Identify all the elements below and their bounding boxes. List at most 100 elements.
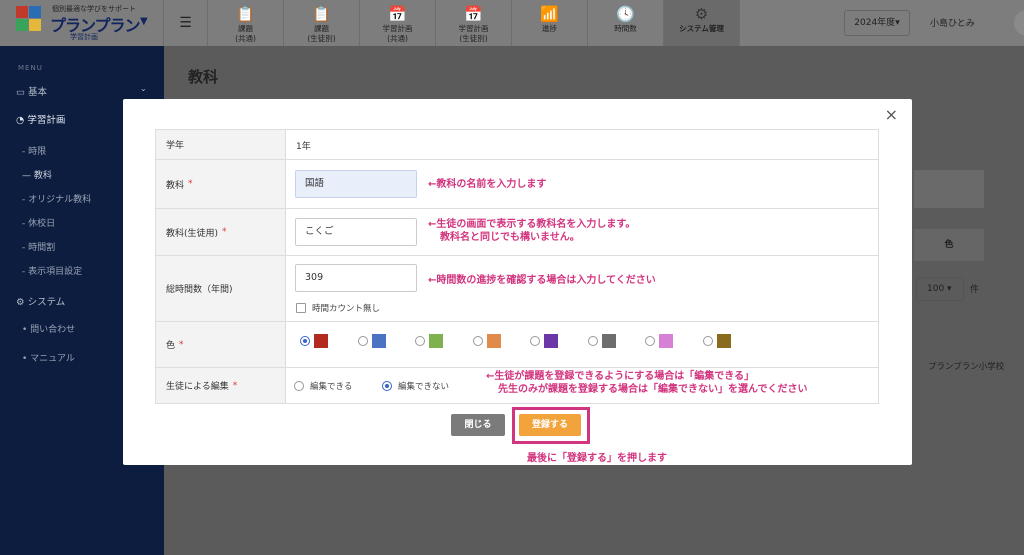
row-total-hours: 総時間数（年間) 309 ←時間数の進捗を確認する場合は入力してください 時間カ… (155, 256, 879, 322)
color-option[interactable] (300, 334, 328, 348)
color-swatch (659, 334, 673, 348)
per-page-unit: 件 (970, 285, 980, 295)
subject-label: 教科 * (156, 160, 286, 208)
sidebar-item-timetable[interactable]: - 時間割 (22, 240, 55, 253)
tab-plan-student[interactable]: 📅 学習計画 (生徒別) (435, 0, 511, 46)
chevron-down-icon: ⌄ (140, 84, 147, 93)
edit-not-allowed-option[interactable]: 編集できない (382, 380, 449, 392)
color-option[interactable] (472, 334, 501, 348)
calendar-icon: 📅 (388, 5, 407, 23)
edit-allowed-option[interactable]: 編集できる (294, 380, 352, 392)
calendar-user-icon: 📅 (464, 5, 483, 23)
subject-input[interactable]: 国語 (295, 170, 417, 198)
tab-hours[interactable]: 🕓 時間数 (587, 0, 663, 46)
color-swatch (601, 334, 616, 348)
background-color-header: 色 (914, 229, 984, 261)
student-edit-note: ←生徒が課題を登録できるようにする場合は「編集できる」 先生のみが課題を登録する… (486, 371, 808, 395)
subject-note: ←教科の名前を入力します (428, 179, 547, 190)
checkbox-icon (296, 303, 306, 313)
radio-icon (357, 336, 368, 346)
sidebar-item-holidays[interactable]: - 休校日 (22, 216, 55, 229)
student-subject-note: ←生徒の画面で表示する教科名を入力します。 教科名と同じでも構いません。 (428, 219, 636, 243)
color-swatch (716, 334, 731, 348)
color-label: 色 * (156, 322, 286, 367)
page-title: 教科 (188, 68, 219, 86)
row-student-subject: 教科(生徒用) * こくご ←生徒の画面で表示する教科名を入力します。 教科名と同… (155, 209, 879, 256)
sidebar-item-subjects[interactable]: — 教科 (22, 168, 52, 181)
logo-mark-icon (16, 6, 42, 32)
no-hour-count-checkbox[interactable]: 時間カウント無し (296, 302, 380, 314)
color-swatch (371, 334, 386, 348)
student-edit-label: 生徒による編集 * (156, 368, 286, 403)
top-right-area: 2024年度▾ 小島ひとみ ··· (739, 0, 1024, 46)
grade-label: 学年 (156, 130, 286, 159)
row-student-edit: 生徒による編集 * 編集できる 編集できない ←生徒が課題を登録できるようにする場… (155, 368, 879, 404)
radio-icon (587, 336, 598, 346)
row-grade: 学年 1年 (155, 130, 879, 160)
student-subject-label: 教科(生徒用) * (156, 209, 286, 255)
app-logo[interactable]: 個別最適な学びをサポート プランプラン 学習計画 ▼ (0, 0, 163, 46)
gear-icon: ⚙ (16, 297, 25, 308)
subject-modal: × 学年 1年 教科 * 国語 ←教科の名前を入力します 教科(生徒用) * こくご… (123, 99, 912, 465)
hamburger-menu-icon[interactable]: ☰ (163, 0, 207, 46)
total-hours-label: 総時間数（年間) (156, 256, 286, 321)
subject-form: 学年 1年 教科 * 国語 ←教科の名前を入力します 教科(生徒用) * こくご ←… (155, 129, 879, 404)
per-page-select[interactable]: 100 ▾ (916, 277, 964, 301)
tab-progress[interactable]: 📶 進捗 (511, 0, 587, 46)
sidebar-item-basic[interactable]: ▭ 基本 ⌄ (16, 84, 180, 98)
radio-icon (294, 381, 304, 391)
close-button[interactable]: 閉じる (451, 414, 505, 436)
sidebar-item-manual[interactable]: • マニュアル (22, 351, 75, 364)
year-select[interactable]: 2024年度▾ (844, 10, 910, 36)
color-swatch (486, 334, 501, 348)
radio-icon (702, 336, 713, 346)
chart-icon: 📶 (540, 5, 559, 23)
color-option[interactable] (357, 334, 386, 348)
clipboard-icon: 📋 (236, 5, 255, 23)
radio-selected-icon (300, 336, 310, 346)
tab-tasks-common[interactable]: 📋 課題 (共通) (207, 0, 283, 46)
grade-value: 1年 (296, 142, 311, 152)
sidebar-item-display-settings[interactable]: - 表示項目設定 (22, 264, 82, 277)
total-hours-note: ←時間数の進捗を確認する場合は入力してください (428, 275, 656, 286)
color-option[interactable] (587, 334, 616, 348)
document-icon: ▭ (16, 87, 25, 98)
close-icon[interactable]: × (885, 105, 898, 124)
sidebar-item-periods[interactable]: - 時限 (22, 144, 46, 157)
color-option[interactable] (702, 334, 731, 348)
register-button[interactable]: 登録する (519, 414, 581, 436)
radio-selected-icon (382, 381, 392, 391)
user-name[interactable]: 小島ひとみ (930, 16, 975, 29)
color-option[interactable] (415, 334, 443, 348)
student-subject-input[interactable]: こくご (295, 218, 417, 246)
color-option[interactable] (530, 334, 558, 348)
clipboard-user-icon: 📋 (312, 5, 331, 23)
color-swatch (544, 334, 558, 348)
radio-icon (415, 336, 425, 346)
tab-system-admin[interactable]: ⚙ システム管理 (663, 0, 739, 46)
tab-plan-common[interactable]: 📅 学習計画 (共通) (359, 0, 435, 46)
school-name: プランプラン小学校 (928, 362, 1005, 372)
more-icon[interactable]: ··· (1014, 10, 1024, 36)
sidebar-item-contact[interactable]: • 問い合わせ (22, 322, 75, 335)
tab-tasks-student[interactable]: 📋 課題 (生徒別) (283, 0, 359, 46)
row-color: 色 * (155, 322, 879, 368)
background-panel (914, 170, 984, 208)
color-swatch (314, 334, 328, 348)
color-swatch (429, 334, 443, 348)
gear-icon: ⚙ (694, 5, 709, 23)
chevron-down-icon[interactable]: ▼ (140, 16, 148, 27)
register-note: 最後に「登録する」を押します (527, 453, 667, 464)
radio-icon (472, 336, 483, 346)
clock-icon: ◔ (16, 115, 25, 126)
color-option[interactable] (645, 334, 673, 348)
sidebar-menu-label: MENU (18, 64, 43, 72)
total-hours-input[interactable]: 309 (295, 264, 417, 292)
clock-icon: 🕓 (616, 5, 635, 23)
radio-icon (645, 336, 655, 346)
logo-subtitle: 学習計画 (70, 33, 98, 41)
radio-icon (530, 336, 540, 346)
row-subject: 教科 * 国語 ←教科の名前を入力します (155, 160, 879, 209)
sidebar-item-original-subjects[interactable]: - オリジナル教科 (22, 192, 91, 205)
top-bar: 個別最適な学びをサポート プランプラン 学習計画 ▼ ☰ 📋 課題 (共通) 📋… (0, 0, 1024, 46)
